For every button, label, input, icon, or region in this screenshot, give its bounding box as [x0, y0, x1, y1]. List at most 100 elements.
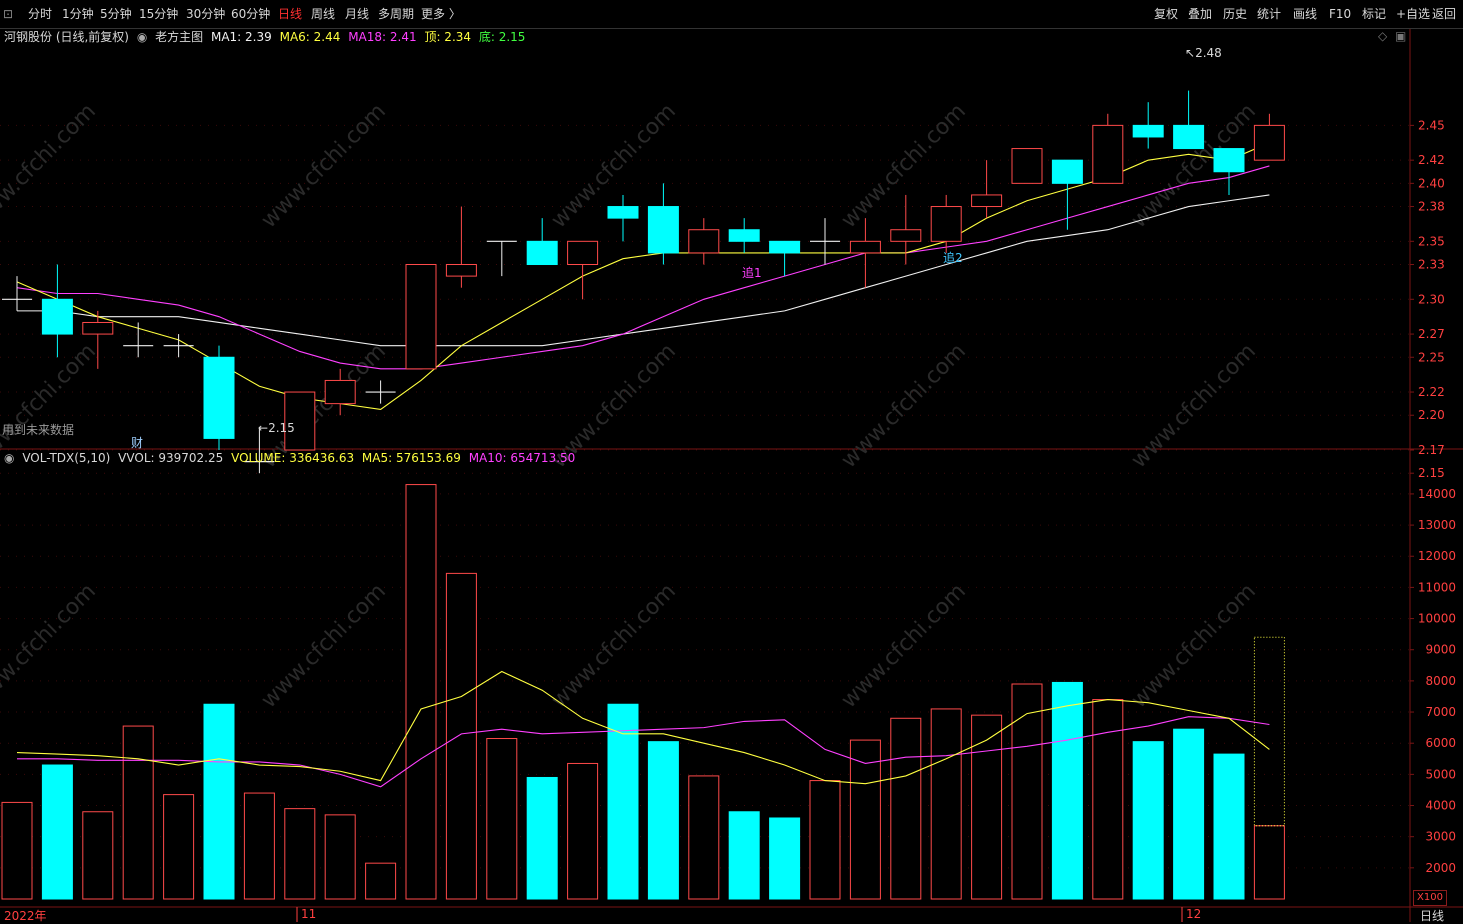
volume-bar: [1, 801, 33, 900]
period-tab-9[interactable]: 多周期: [378, 5, 414, 23]
period-label[interactable]: 日线: [1420, 907, 1444, 924]
zhui1-marker: 追1: [742, 266, 762, 280]
volume-projection-box: [1253, 636, 1285, 827]
indicator-toggle-icon[interactable]: ◉: [137, 30, 147, 44]
price-tick-label: 2.20: [1418, 408, 1445, 422]
volume-bar: [122, 725, 154, 900]
action-button-5[interactable]: F10: [1326, 5, 1354, 23]
candle-body: [445, 264, 477, 277]
volume-bar: [809, 780, 841, 900]
price-tick-label: 2.22: [1418, 385, 1445, 399]
period-tab-8[interactable]: 月线: [345, 5, 369, 23]
period-tab-7[interactable]: 周线: [311, 5, 335, 23]
volume-bar: [1173, 728, 1205, 900]
volume-bar: [405, 484, 437, 900]
action-button-2[interactable]: 历史: [1220, 5, 1250, 23]
volume-value: VOLUME: 336436.63: [231, 451, 355, 465]
volume-tick-label: 3000: [1425, 830, 1456, 844]
volume-tick-label: 7000: [1425, 705, 1456, 719]
period-toolbar: 分时 1分钟 5分钟 15分钟 30分钟 60分钟 日线 周线 月线 多周期 更多 〉 ⊡ 复权 叠加历…: [0, 0, 1463, 29]
volume-bar: [688, 775, 720, 900]
candle-body: [324, 379, 356, 405]
volume-bar: [728, 811, 760, 900]
candle-body: [849, 240, 881, 254]
period-tab-10[interactable]: 更多 〉: [421, 5, 461, 23]
volume-bar: [971, 714, 1003, 900]
vvol-value: VVOL: 939702.25: [118, 451, 224, 465]
watermark: www.cfchi.com: [1127, 339, 1261, 473]
volume-bar: [1132, 741, 1164, 900]
watermark: www.cfchi.com: [837, 579, 971, 713]
action-button-6[interactable]: 标记: [1359, 5, 1389, 23]
period-tab-6[interactable]: 日线: [278, 5, 302, 23]
candle-body: [971, 194, 1003, 208]
action-button-0[interactable]: 复权: [1151, 5, 1181, 23]
volume-tick-label: 9000: [1425, 643, 1456, 657]
diamond-icon[interactable]: ◇: [1378, 29, 1387, 43]
candle-body: [1011, 148, 1043, 184]
candle-body: [1092, 124, 1124, 184]
price-tick-label: 2.30: [1418, 292, 1445, 306]
period-tab-4[interactable]: 30分钟: [186, 5, 225, 23]
indicator-name[interactable]: 老方主图: [155, 30, 203, 44]
watermark: www.cfchi.com: [0, 99, 101, 233]
volume-bar: [486, 738, 518, 900]
candle-body: [1213, 148, 1245, 173]
vol-ma5-value: MA5: 576153.69: [361, 451, 461, 465]
candle-body: [526, 240, 558, 266]
volume-bar: [445, 572, 477, 900]
candle-body: [930, 206, 962, 242]
candle-body: [82, 321, 114, 335]
x-label-nov: 11: [301, 907, 317, 921]
period-tab-3[interactable]: 15分钟: [139, 5, 178, 23]
kline-chart[interactable]: 2.15 2.17 2.20 2.22 2.25 2.27 2.30 2.33 2.35 2.38…: [0, 29, 1463, 922]
volume-tick-label: 2000: [1425, 861, 1456, 875]
volume-tick-label: 14000: [1418, 487, 1456, 501]
action-button-8[interactable]: 返回: [1429, 5, 1459, 23]
volume-tick-label: 8000: [1425, 674, 1456, 688]
ma-white-line: [17, 194, 1270, 347]
action-button-4[interactable]: 画线: [1290, 5, 1320, 23]
volume-bar: [769, 817, 801, 900]
volume-tick-label: 11000: [1418, 580, 1456, 594]
zhui2-marker: 追2: [943, 251, 963, 265]
vol-ma10-value: MA10: 654713.50: [468, 451, 576, 465]
volume-bar: [284, 808, 316, 900]
volume-tick-label: 5000: [1425, 767, 1456, 781]
volume-bar: [567, 762, 599, 900]
period-tab-2[interactable]: 5分钟: [100, 5, 132, 23]
watermark: www.cfchi.com: [257, 579, 391, 713]
indicator-toggle-icon[interactable]: ◉: [4, 451, 14, 465]
watermark: www.cfchi.com: [547, 579, 681, 713]
collapse-icon[interactable]: ⊡: [3, 5, 13, 23]
candle-body: [890, 229, 922, 242]
volume-unit-badge: X100: [1413, 890, 1447, 906]
candle-body: [1051, 159, 1083, 184]
candle-body: [1132, 124, 1164, 138]
action-button-7[interactable]: +自选: [1393, 5, 1433, 23]
action-button-3[interactable]: 统计: [1254, 5, 1284, 23]
volume-bar: [647, 741, 679, 900]
volume-bar: [890, 717, 922, 900]
action-button-1[interactable]: 叠加: [1185, 5, 1215, 23]
candle-body: [688, 229, 720, 254]
price-tick-label: 2.27: [1418, 327, 1445, 341]
candle-body: [203, 356, 235, 439]
candle-body: [405, 264, 437, 370]
period-tab-1[interactable]: 1分钟: [62, 5, 94, 23]
price-tick-label: 2.45: [1418, 118, 1445, 132]
volume-bar: [365, 862, 397, 900]
candle-body: [607, 206, 639, 219]
x-label-year: 2022年: [4, 909, 47, 923]
price-tick-label: 2.42: [1418, 153, 1445, 167]
top-value: 顶: 2.34: [424, 30, 472, 44]
vol-indicator-name[interactable]: VOL-TDX(5,10): [22, 451, 110, 465]
volume-bar: [1051, 681, 1083, 900]
stock-name: 河钢股份 (日线,前复权): [4, 30, 129, 44]
period-tab-0[interactable]: 分时: [28, 5, 52, 23]
candle-body: [769, 240, 801, 254]
candle-body: [647, 206, 679, 254]
period-tab-5[interactable]: 60分钟: [231, 5, 270, 23]
volume-bar: [1011, 683, 1043, 900]
window-icon[interactable]: ▣: [1395, 29, 1406, 43]
